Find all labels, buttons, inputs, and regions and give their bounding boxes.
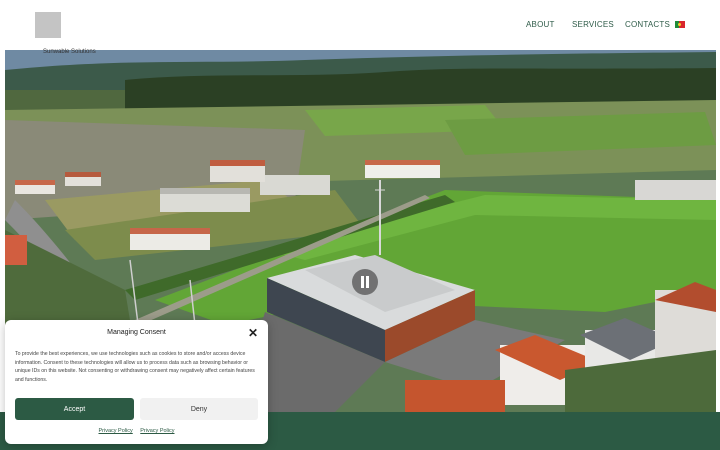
- close-icon[interactable]: ✕: [247, 327, 259, 339]
- accept-button[interactable]: Accept: [15, 398, 134, 420]
- pause-button[interactable]: [352, 269, 378, 295]
- privacy-policy-link-2[interactable]: Privacy Policy: [140, 428, 174, 434]
- nav-link-services[interactable]: SERVICES: [572, 20, 614, 29]
- logo[interactable]: [35, 12, 61, 38]
- consent-links: Privacy Policy Privacy Policy: [5, 428, 268, 434]
- brand-tagline: Sunwable Solutions: [43, 49, 96, 55]
- privacy-policy-link[interactable]: Privacy Policy: [99, 428, 133, 434]
- portugal-flag-icon[interactable]: [675, 21, 685, 28]
- nav-link-about[interactable]: ABOUT: [526, 20, 555, 29]
- site-header: ABOUT SERVICES CONTACTS: [0, 0, 720, 50]
- consent-title: Managing Consent: [107, 329, 166, 336]
- cookie-consent-dialog: Managing Consent ✕ To provide the best e…: [5, 320, 268, 444]
- consent-message: To provide the best experiences, we use …: [15, 351, 255, 383]
- nav-link-contacts[interactable]: CONTACTS: [625, 20, 670, 29]
- deny-button[interactable]: Deny: [140, 398, 258, 420]
- pause-icon: [361, 276, 364, 288]
